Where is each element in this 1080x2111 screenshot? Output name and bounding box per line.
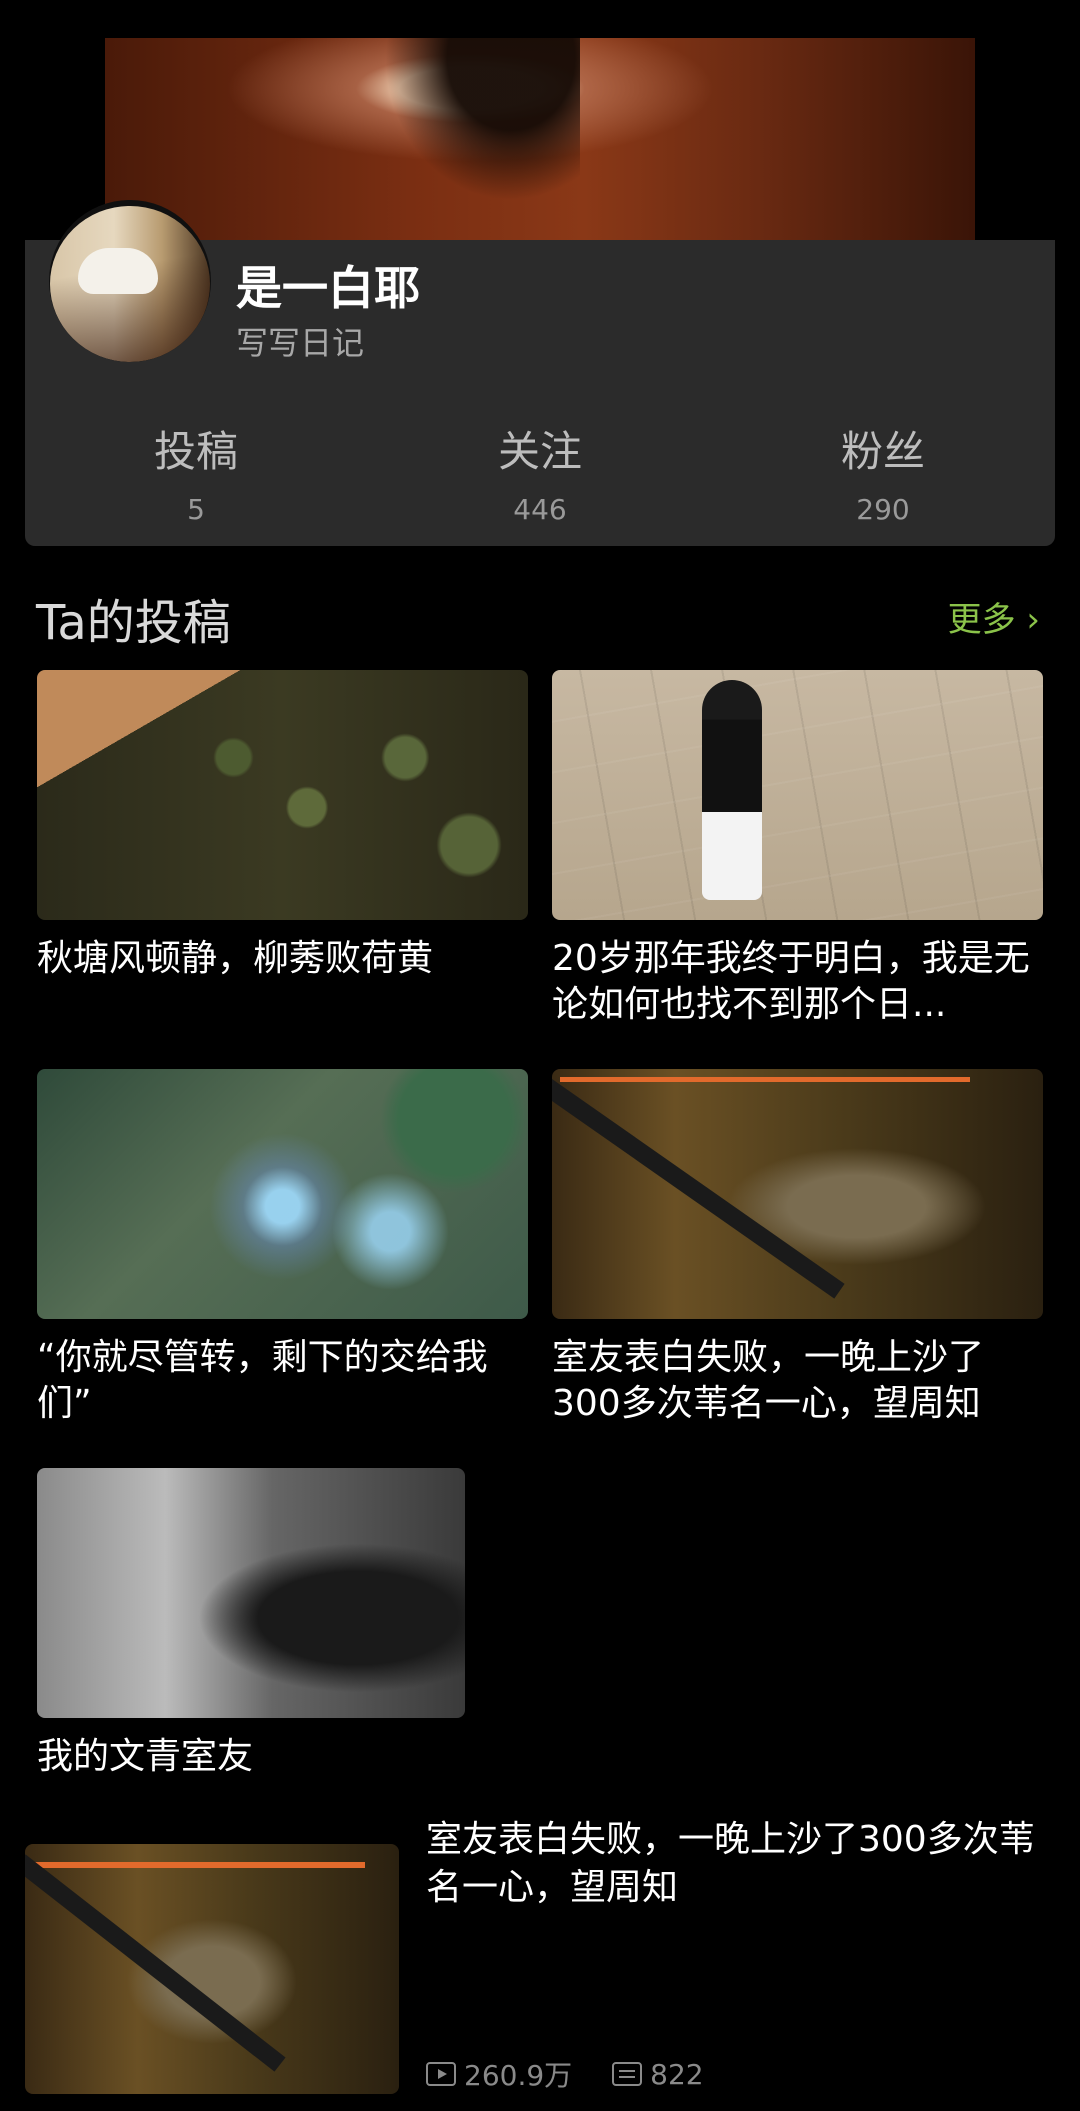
stat-followers[interactable]: 粉丝 290 — [773, 418, 993, 526]
feed-item-thumbnail[interactable] — [25, 1844, 399, 2094]
stat-label: 投稿 — [153, 427, 238, 476]
post-title: “你就尽管转，剩下的交给我们” — [37, 1337, 488, 1424]
post-title: 20岁那年我终于明白，我是无论如何也找不到那个日... — [552, 938, 1030, 1025]
feed-item-title[interactable]: 室友表白失败，一晚上沙了300多次苇名一心，望周知 — [426, 1816, 1056, 1912]
post-title: 秋塘风顿静，柳莠败荷黄 — [37, 938, 434, 979]
post-card[interactable]: “你就尽管转，剩下的交给我们” — [37, 1069, 528, 1427]
more-link[interactable]: 更多 › — [948, 592, 1040, 641]
profile-bio: 写写日记 — [236, 324, 365, 362]
post-title: 我的文青室友 — [37, 1736, 254, 1777]
post-card[interactable]: 秋塘风顿静，柳莠败荷黄 — [37, 670, 528, 982]
post-card[interactable]: 20岁那年我终于明白，我是无论如何也找不到那个日... — [552, 670, 1043, 1028]
post-title: 室友表白失败，一晚上沙了300多次苇名一心，望周知 — [552, 1337, 985, 1424]
post-thumbnail — [37, 1069, 528, 1319]
comment-count: 822 — [650, 2057, 704, 2091]
avatar[interactable] — [49, 200, 211, 362]
post-thumbnail — [552, 670, 1043, 920]
post-card[interactable]: 我的文青室友 — [37, 1468, 528, 1780]
stat-label: 关注 — [497, 427, 582, 476]
play-icon — [426, 2062, 456, 2086]
stat-following[interactable]: 关注 446 — [430, 418, 650, 526]
stat-value: 446 — [513, 493, 567, 526]
feed-item-meta: 260.9万 822 — [426, 2054, 704, 2094]
post-card[interactable]: 室友表白失败，一晚上沙了300多次苇名一心，望周知 — [552, 1069, 1043, 1427]
stat-value: 290 — [856, 493, 910, 526]
stat-value: 5 — [187, 493, 205, 526]
post-thumbnail — [552, 1069, 1043, 1319]
stat-posts[interactable]: 投稿 5 — [86, 418, 306, 526]
profile-name: 是一白耶 — [236, 261, 420, 315]
view-count: 260.9万 — [464, 2059, 573, 2092]
section-title: Ta的投稿 — [36, 595, 231, 651]
post-thumbnail — [37, 1468, 465, 1718]
post-thumbnail — [37, 670, 528, 920]
profile-banner — [105, 38, 975, 240]
banner-image-detail — [350, 38, 580, 240]
avatar-image — [50, 206, 210, 362]
stat-label: 粉丝 — [840, 427, 925, 476]
comment-icon — [612, 2062, 643, 2086]
